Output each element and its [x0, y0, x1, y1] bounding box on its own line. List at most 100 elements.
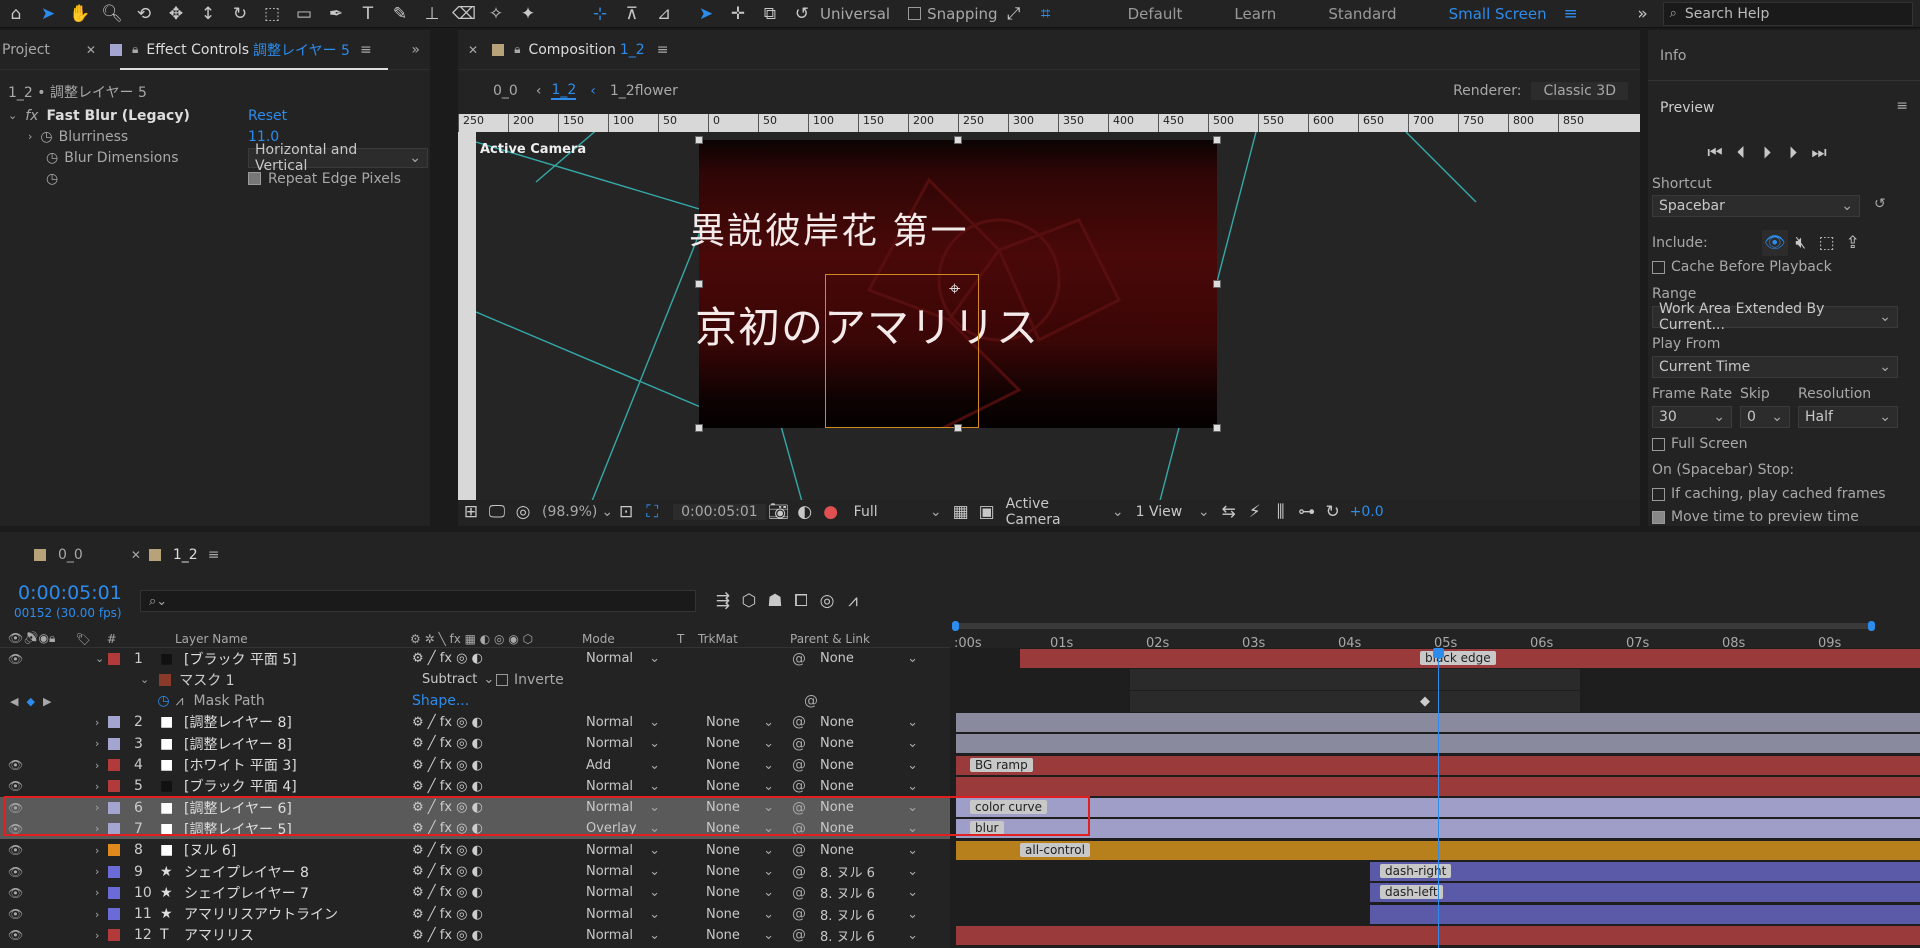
- layer-row[interactable]: 👁︎ 1 ■ [ブラック 平面 5] ⚙ ╱ fx ◎ ◐ Normal @ None ⌄: [0, 648, 950, 669]
- tab-effect-controls[interactable]: Effect Controls: [146, 42, 249, 58]
- switches-icon[interactable]: ⚙ ╱ fx ◎ ◐: [412, 715, 483, 730]
- pick-whip-icon[interactable]: @: [792, 864, 806, 880]
- pick-whip-icon[interactable]: @: [804, 693, 818, 709]
- switches-icon[interactable]: ⚙ ╱ fx ◎ ◐: [412, 843, 483, 858]
- play-icon[interactable]: ⏵: [1754, 140, 1780, 166]
- eye-icon[interactable]: 👁︎: [8, 758, 28, 772]
- include-video-icon[interactable]: 👁︎: [1761, 230, 1788, 256]
- handle-br[interactable]: [1213, 424, 1221, 432]
- timeline-tab-1[interactable]: 1_2: [173, 547, 198, 563]
- reset-exposure-icon[interactable]: ↻: [1320, 499, 1346, 525]
- stopwatch-icon[interactable]: ◷: [40, 129, 52, 145]
- eye-icon[interactable]: 👁︎: [8, 652, 28, 666]
- trkmat-dropdown[interactable]: None: [700, 863, 780, 881]
- mask-path-value[interactable]: Shape...: [412, 693, 469, 709]
- workspace-small-screen[interactable]: Small Screen: [1423, 5, 1555, 23]
- axis-world-icon[interactable]: ⊼: [619, 1, 645, 27]
- transparency-grid-icon[interactable]: ▦: [948, 499, 974, 525]
- stopwatch-icon[interactable]: ◷: [46, 150, 58, 166]
- label-color-swatch[interactable]: [108, 737, 120, 750]
- region-icon[interactable]: ⊞: [458, 499, 484, 525]
- selection-tool-icon[interactable]: ➤: [35, 1, 61, 27]
- lock-icon[interactable]: 🔒︎: [132, 42, 138, 57]
- tab-project[interactable]: Project: [2, 42, 50, 58]
- eye-icon[interactable]: 👁︎: [8, 779, 28, 793]
- expand-arrow-icon[interactable]: ›: [95, 865, 99, 878]
- cache-checkbox[interactable]: [1652, 260, 1665, 274]
- layer-marker[interactable]: dash-right: [1380, 864, 1452, 878]
- comp-mini-flowchart-icon[interactable]: ⇶: [710, 588, 736, 614]
- parent-header[interactable]: Parent & Link: [790, 632, 870, 646]
- workspace-default[interactable]: Default: [1102, 5, 1209, 23]
- graph-editor-icon[interactable]: ⩘: [840, 588, 866, 614]
- trkmat-dropdown[interactable]: None: [700, 905, 780, 923]
- type-tool-icon[interactable]: T: [355, 1, 381, 27]
- mode-dropdown[interactable]: Normal: [580, 735, 666, 753]
- motion-blur-icon[interactable]: ◎: [814, 588, 840, 614]
- layer-row[interactable]: 👁︎ 5 ■ [ブラック 平面 4] ⚙ ╱ fx ◎ ◐ Normal None @ None…: [0, 776, 950, 797]
- mode-dropdown[interactable]: Normal: [580, 926, 666, 944]
- orbit-tool-icon[interactable]: ⟲: [131, 1, 157, 27]
- home-icon[interactable]: ⌂: [3, 1, 29, 27]
- move-time-checkbox[interactable]: [1652, 510, 1665, 524]
- panel-menu-icon[interactable]: ≡: [360, 42, 372, 58]
- expand-arrow-icon[interactable]: ›: [95, 716, 99, 729]
- expand-arrow-icon[interactable]: ›: [95, 929, 99, 942]
- switches-icon[interactable]: ⚙ ╱ fx ◎ ◐: [412, 651, 483, 666]
- show-snapshot-icon[interactable]: ◐: [792, 499, 818, 525]
- pick-whip-icon[interactable]: @: [792, 842, 806, 858]
- layer-marker[interactable]: all-control: [1020, 842, 1090, 857]
- switches-icon[interactable]: ⚙ ╱ fx ◎ ◐: [412, 758, 483, 773]
- parent-dropdown[interactable]: None: [814, 777, 924, 795]
- snap-grid-icon[interactable]: ⌗: [1033, 1, 1059, 27]
- parent-dropdown[interactable]: 8. ヌル 6: [814, 884, 924, 902]
- rectangle-tool-icon[interactable]: ▭: [291, 1, 317, 27]
- expand-arrow-icon[interactable]: ›: [95, 908, 99, 921]
- switches-icon[interactable]: ⚙ ╱ fx ◎ ◐: [412, 928, 483, 943]
- trkmat-dropdown[interactable]: None: [700, 713, 780, 731]
- search-help-box[interactable]: ⌕ Search Help: [1662, 1, 1913, 26]
- mode-dropdown[interactable]: Normal: [580, 863, 666, 881]
- first-frame-icon[interactable]: ⏮: [1702, 140, 1728, 166]
- layer-row[interactable]: 2 ■ [調整レイヤー 8] ⚙ ╱ fx ◎ ◐ Normal None @ None ›: [0, 712, 950, 733]
- layer-row[interactable]: 👁︎ 11 ★ アマリリスアウトライン ⚙ ╱ fx ◎ ◐ Normal None @8. …: [0, 904, 950, 925]
- switches-icon[interactable]: ⚙ ╱ fx ◎ ◐: [412, 736, 483, 751]
- layer-name[interactable]: [ブラック 平面 5]: [184, 649, 394, 669]
- mode-dropdown[interactable]: Normal: [580, 884, 666, 902]
- chevron-down-icon[interactable]: ⌄: [601, 504, 613, 520]
- dolly-tool-icon[interactable]: ↕: [195, 1, 221, 27]
- camera-dropdown[interactable]: Active Camera: [1000, 496, 1130, 528]
- rotate-3d-icon[interactable]: ↺: [789, 1, 815, 27]
- trkmat-dropdown[interactable]: None: [700, 926, 780, 944]
- rotate-tool-icon[interactable]: ↻: [227, 1, 253, 27]
- collapse-arrow-icon[interactable]: ⌄: [140, 673, 149, 686]
- layer-name[interactable]: [調整レイヤー 8]: [184, 734, 394, 754]
- work-area-bar[interactable]: [954, 623, 1874, 629]
- layer-name[interactable]: [ホワイト 平面 3]: [184, 755, 394, 775]
- timecode[interactable]: 0:00:05:01: [18, 582, 122, 604]
- layer-row[interactable]: 👁︎ 4 ■ [ホワイト 平面 3] ⚙ ╱ fx ◎ ◐ Add None @ None ›: [0, 755, 950, 776]
- repeat-edge-checkbox[interactable]: [248, 172, 261, 185]
- label-color-swatch[interactable]: [108, 652, 120, 665]
- trkmat-header[interactable]: TrkMat: [698, 632, 738, 646]
- mode-dropdown[interactable]: Add: [580, 756, 666, 774]
- layer-row[interactable]: 👁︎ 8 ■ [ヌル 6] ⚙ ╱ fx ◎ ◐ Normal None @ None ›: [0, 840, 950, 861]
- mask-view-icon[interactable]: ◎: [510, 499, 536, 525]
- zoom-value[interactable]: (98.9%): [542, 504, 597, 520]
- info-tab[interactable]: Info: [1660, 48, 1687, 64]
- workspace-standard[interactable]: Standard: [1302, 5, 1422, 23]
- blur-dimensions-dropdown[interactable]: Horizontal and Vertical: [248, 142, 428, 174]
- parent-dropdown[interactable]: 8. ヌル 6: [814, 926, 924, 945]
- parent-dropdown[interactable]: 8. ヌル 6: [814, 905, 924, 924]
- flowchart-icon[interactable]: ⊶: [1294, 499, 1320, 525]
- label-color-swatch[interactable]: [108, 844, 120, 857]
- more-workspaces-icon[interactable]: »: [1630, 1, 1656, 27]
- layer-name[interactable]: シェイプレイヤー 8: [184, 862, 394, 882]
- trkmat-dropdown[interactable]: None: [700, 884, 780, 902]
- mask-mode-dropdown[interactable]: Subtract: [416, 671, 482, 689]
- expand-arrow-icon[interactable]: ›: [95, 780, 99, 793]
- parent-dropdown[interactable]: None: [814, 650, 924, 668]
- playhead[interactable]: [1438, 654, 1439, 948]
- chevron-left-icon[interactable]: ‹: [590, 83, 596, 99]
- mode-dropdown[interactable]: Normal: [580, 905, 666, 923]
